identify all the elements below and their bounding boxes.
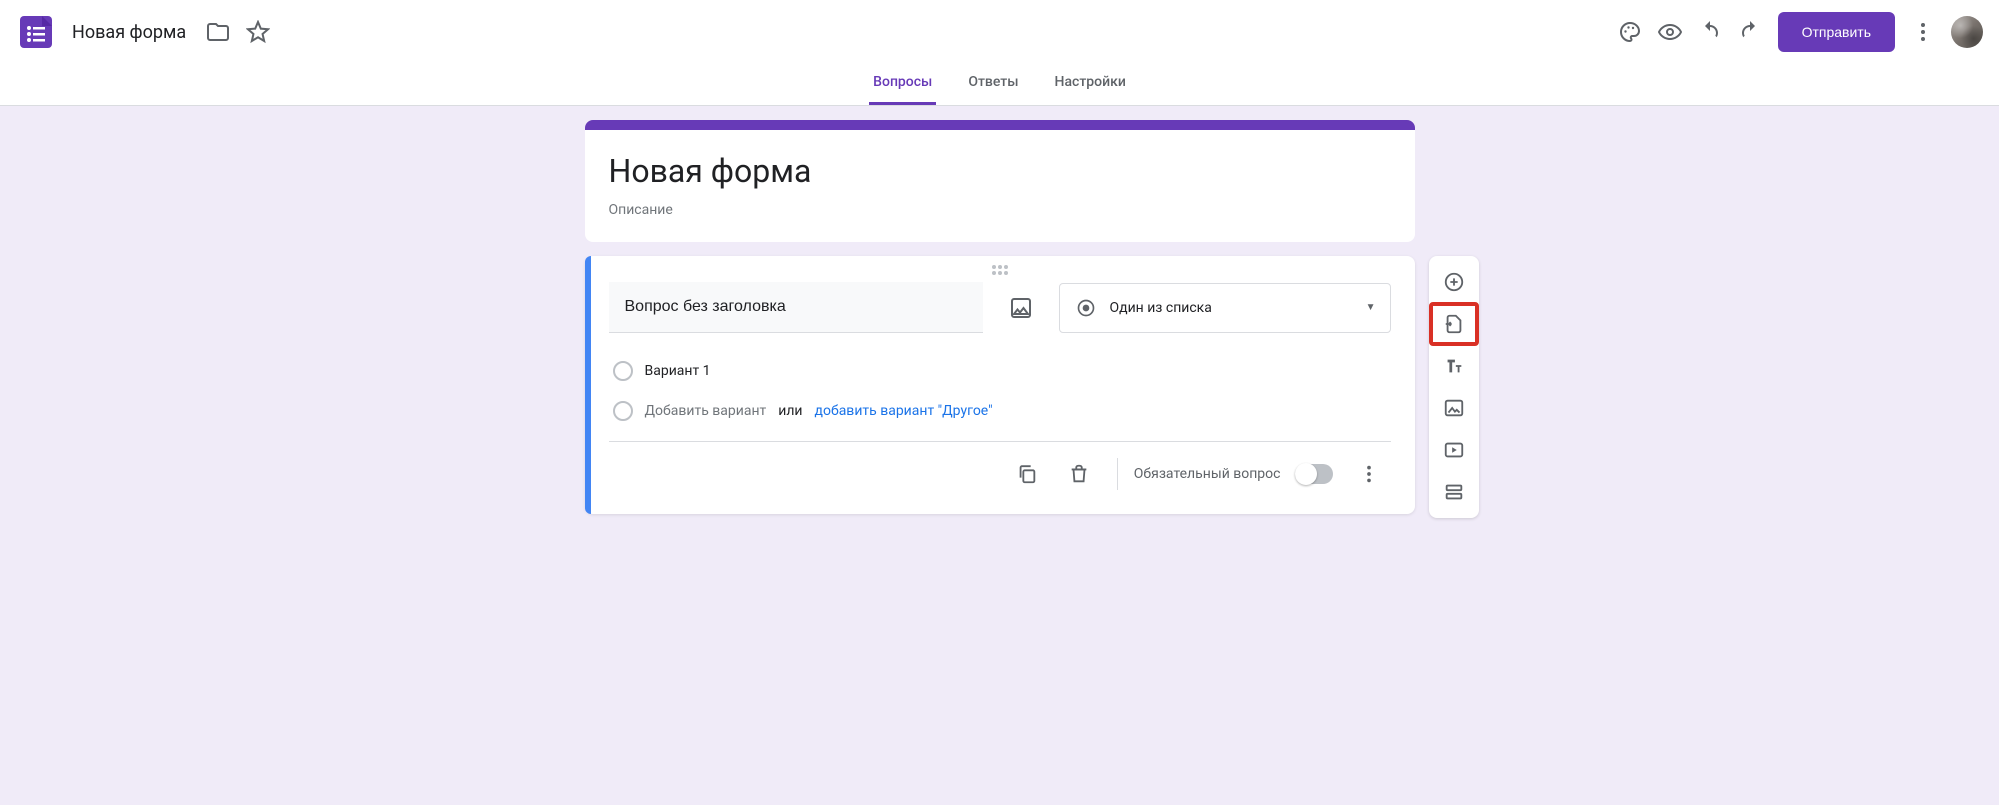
drag-handle-icon[interactable]	[585, 256, 1415, 282]
user-avatar[interactable]	[1951, 16, 1983, 48]
folder-icon[interactable]	[198, 12, 238, 52]
main-area: Новая форма Описание	[0, 106, 1999, 554]
more-icon[interactable]	[1903, 12, 1943, 52]
header: Новая форма Отправить Вопросы Ответы Нас…	[0, 0, 1999, 106]
question-more-icon[interactable]	[1347, 452, 1391, 496]
radio-icon	[1074, 296, 1098, 320]
option-row[interactable]: Вариант 1	[609, 361, 1391, 381]
add-question-image-icon[interactable]	[1001, 288, 1041, 328]
separator	[1117, 458, 1118, 490]
form-title[interactable]: Новая форма	[609, 152, 1391, 190]
question-footer: Обязательный вопрос	[609, 441, 1391, 496]
tab-settings[interactable]: Настройки	[1051, 64, 1130, 105]
option-label[interactable]: Вариант 1	[645, 363, 711, 379]
add-title-icon[interactable]	[1431, 346, 1477, 386]
palette-icon[interactable]	[1610, 12, 1650, 52]
side-toolbar	[1429, 256, 1479, 518]
undo-icon[interactable]	[1690, 12, 1730, 52]
tabs: Вопросы Ответы Настройки	[0, 64, 1999, 105]
radio-placeholder-icon	[613, 401, 633, 421]
question-title-input[interactable]	[609, 282, 983, 333]
radio-placeholder-icon	[613, 361, 633, 381]
import-questions-icon[interactable]	[1431, 304, 1477, 344]
send-button[interactable]: Отправить	[1778, 12, 1895, 52]
star-icon[interactable]	[238, 12, 278, 52]
or-text: или	[778, 403, 802, 419]
tab-questions[interactable]: Вопросы	[869, 64, 936, 105]
add-video-icon[interactable]	[1431, 430, 1477, 470]
add-option-row: Добавить вариант или добавить вариант "Д…	[609, 401, 1391, 421]
add-option-text[interactable]: Добавить вариант	[645, 403, 767, 419]
question-type-label: Один из списка	[1110, 300, 1354, 316]
forms-logo-icon[interactable]	[16, 12, 56, 52]
chevron-down-icon: ▼	[1366, 302, 1376, 313]
header-toolbar: Новая форма Отправить	[0, 0, 1999, 64]
form-description[interactable]: Описание	[609, 202, 1391, 218]
tab-answers[interactable]: Ответы	[964, 64, 1022, 105]
duplicate-icon[interactable]	[1005, 452, 1049, 496]
preview-icon[interactable]	[1650, 12, 1690, 52]
question-type-select[interactable]: Один из списка ▼	[1059, 283, 1391, 333]
form-header-card[interactable]: Новая форма Описание	[585, 120, 1415, 242]
add-question-icon[interactable]	[1431, 262, 1477, 302]
document-title[interactable]: Новая форма	[72, 22, 186, 43]
add-other-link[interactable]: добавить вариант "Другое"	[815, 403, 993, 419]
question-card[interactable]: Один из списка ▼ Вариант 1 Добавить вари…	[585, 256, 1415, 514]
add-section-icon[interactable]	[1431, 472, 1477, 512]
required-label: Обязательный вопрос	[1134, 466, 1281, 482]
redo-icon[interactable]	[1730, 12, 1770, 52]
required-toggle[interactable]	[1295, 464, 1333, 484]
delete-icon[interactable]	[1057, 452, 1101, 496]
add-image-icon[interactable]	[1431, 388, 1477, 428]
